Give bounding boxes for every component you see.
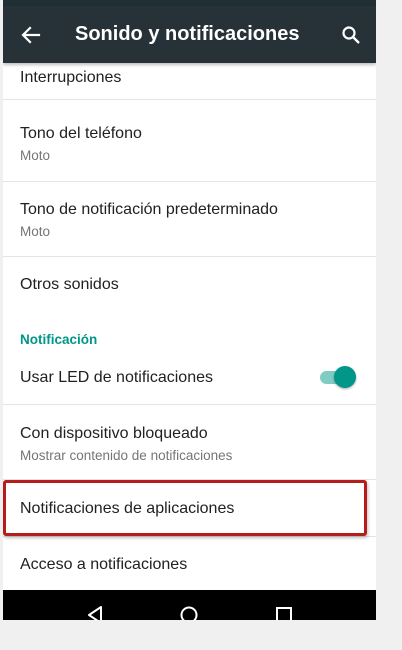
setting-title: Tono del teléfono	[20, 125, 142, 142]
setting-summary: Moto	[20, 148, 51, 163]
divider	[3, 181, 376, 182]
nav-recents-square-icon[interactable]	[269, 600, 299, 620]
section-header-notificacion: Notificación	[20, 332, 98, 347]
nav-home-circle-icon[interactable]	[174, 600, 204, 620]
app-bar: Sonido y notificaciones	[3, 6, 376, 63]
setting-title: Con dispositivo bloqueado	[20, 425, 208, 442]
setting-otros-sonidos[interactable]: Otros sonidos	[3, 276, 376, 294]
setting-dispositivo-bloqueado[interactable]: Con dispositivo bloqueado Mostrar conten…	[3, 425, 376, 463]
page-title: Sonido y notificaciones	[75, 23, 300, 45]
phone-screen: Sonido y notificaciones Interrupciones T…	[3, 0, 376, 620]
search-icon[interactable]	[326, 6, 376, 63]
setting-summary: Mostrar contenido de notificaciones	[20, 448, 233, 463]
setting-title: Interrupciones	[20, 69, 122, 86]
setting-interrupciones[interactable]: Interrupciones	[3, 69, 376, 87]
divider	[3, 99, 376, 100]
divider	[3, 404, 376, 405]
navigation-bar	[3, 590, 376, 620]
setting-title: Otros sonidos	[20, 276, 119, 293]
background-margin	[376, 0, 402, 650]
setting-tono-telefono[interactable]: Tono del teléfono Moto	[3, 125, 376, 163]
setting-acceso-notificaciones[interactable]: Acceso a notificaciones	[3, 556, 376, 574]
divider	[3, 536, 376, 537]
nav-back-triangle-icon[interactable]	[80, 600, 110, 620]
setting-summary: Moto	[20, 224, 51, 239]
setting-title: Tono de notificación predeterminado	[20, 201, 278, 218]
setting-title: Acceso a notificaciones	[20, 556, 188, 573]
setting-tono-notificacion[interactable]: Tono de notificación predeterminado Moto	[3, 201, 376, 239]
toggle-thumb	[334, 366, 356, 388]
highlight-box	[3, 480, 367, 536]
arrow-back-icon[interactable]	[3, 6, 59, 63]
led-toggle-switch[interactable]	[320, 366, 356, 388]
divider	[3, 256, 376, 257]
